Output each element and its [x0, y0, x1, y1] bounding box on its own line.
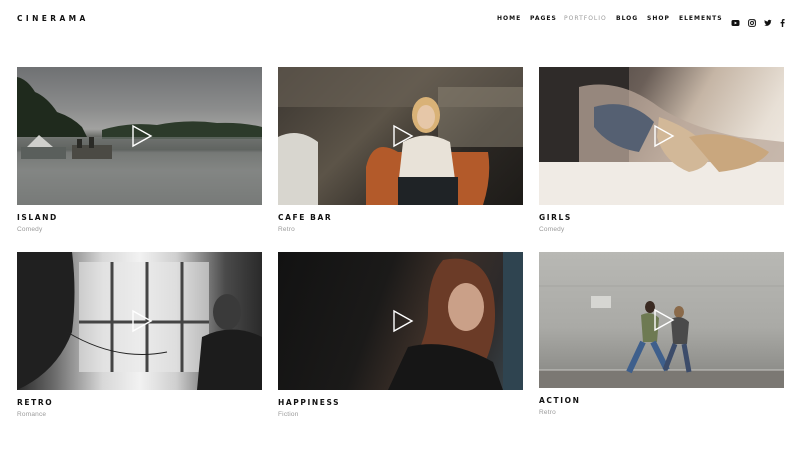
site-header: CINERAMA HOME PAGES PORTFOLIO BLOG SHOP … — [0, 0, 800, 38]
portfolio-item-category[interactable]: Comedy — [539, 226, 784, 233]
portfolio-item-category[interactable]: Comedy — [17, 226, 262, 233]
instagram-icon[interactable] — [748, 14, 756, 32]
play-icon[interactable] — [652, 308, 676, 332]
nav-item-blog[interactable]: BLOG — [616, 15, 638, 22]
facebook-icon[interactable] — [780, 14, 785, 32]
portfolio-item-title[interactable]: ISLAND — [17, 213, 262, 222]
play-icon[interactable] — [130, 309, 154, 333]
portfolio-item-title[interactable]: HAPPINESS — [278, 398, 523, 407]
portfolio-thumbnail[interactable] — [278, 67, 523, 205]
portfolio-item-girls: GIRLS Comedy — [539, 67, 784, 233]
portfolio-item-category[interactable]: Romance — [17, 411, 262, 418]
play-icon[interactable] — [391, 124, 415, 148]
portfolio-item-island: ISLAND Comedy — [17, 67, 262, 233]
portfolio-item-title[interactable]: ACTION — [539, 396, 784, 405]
nav-item-shop[interactable]: SHOP — [647, 15, 670, 22]
portfolio-item-happiness: HAPPINESS Fiction — [278, 252, 523, 418]
nav-item-portfolio[interactable]: PORTFOLIO — [564, 15, 607, 22]
play-icon[interactable] — [130, 124, 154, 148]
portfolio-item-action: ACTION Retro — [539, 252, 784, 416]
youtube-icon[interactable] — [731, 14, 740, 32]
portfolio-thumbnail[interactable] — [278, 252, 523, 390]
portfolio-thumbnail[interactable] — [539, 67, 784, 205]
portfolio-item-category[interactable]: Retro — [539, 409, 784, 416]
nav-item-home[interactable]: HOME — [497, 15, 521, 22]
site-logo[interactable]: CINERAMA — [17, 14, 89, 23]
portfolio-thumbnail[interactable] — [17, 67, 262, 205]
portfolio-item-title[interactable]: RETRO — [17, 398, 262, 407]
portfolio-item-cafe-bar: CAFE BAR Retro — [278, 67, 523, 233]
portfolio-item-retro: RETRO Romance — [17, 252, 262, 418]
play-icon[interactable] — [652, 124, 676, 148]
portfolio-item-category[interactable]: Retro — [278, 226, 523, 233]
nav-item-elements[interactable]: ELEMENTS — [679, 15, 723, 22]
portfolio-item-category[interactable]: Fiction — [278, 411, 523, 418]
twitter-icon[interactable] — [764, 14, 772, 32]
portfolio-item-title[interactable]: CAFE BAR — [278, 213, 523, 222]
portfolio-item-title[interactable]: GIRLS — [539, 213, 784, 222]
play-icon[interactable] — [391, 309, 415, 333]
portfolio-thumbnail[interactable] — [17, 252, 262, 390]
portfolio-thumbnail[interactable] — [539, 252, 784, 388]
nav-item-pages[interactable]: PAGES — [530, 15, 557, 22]
